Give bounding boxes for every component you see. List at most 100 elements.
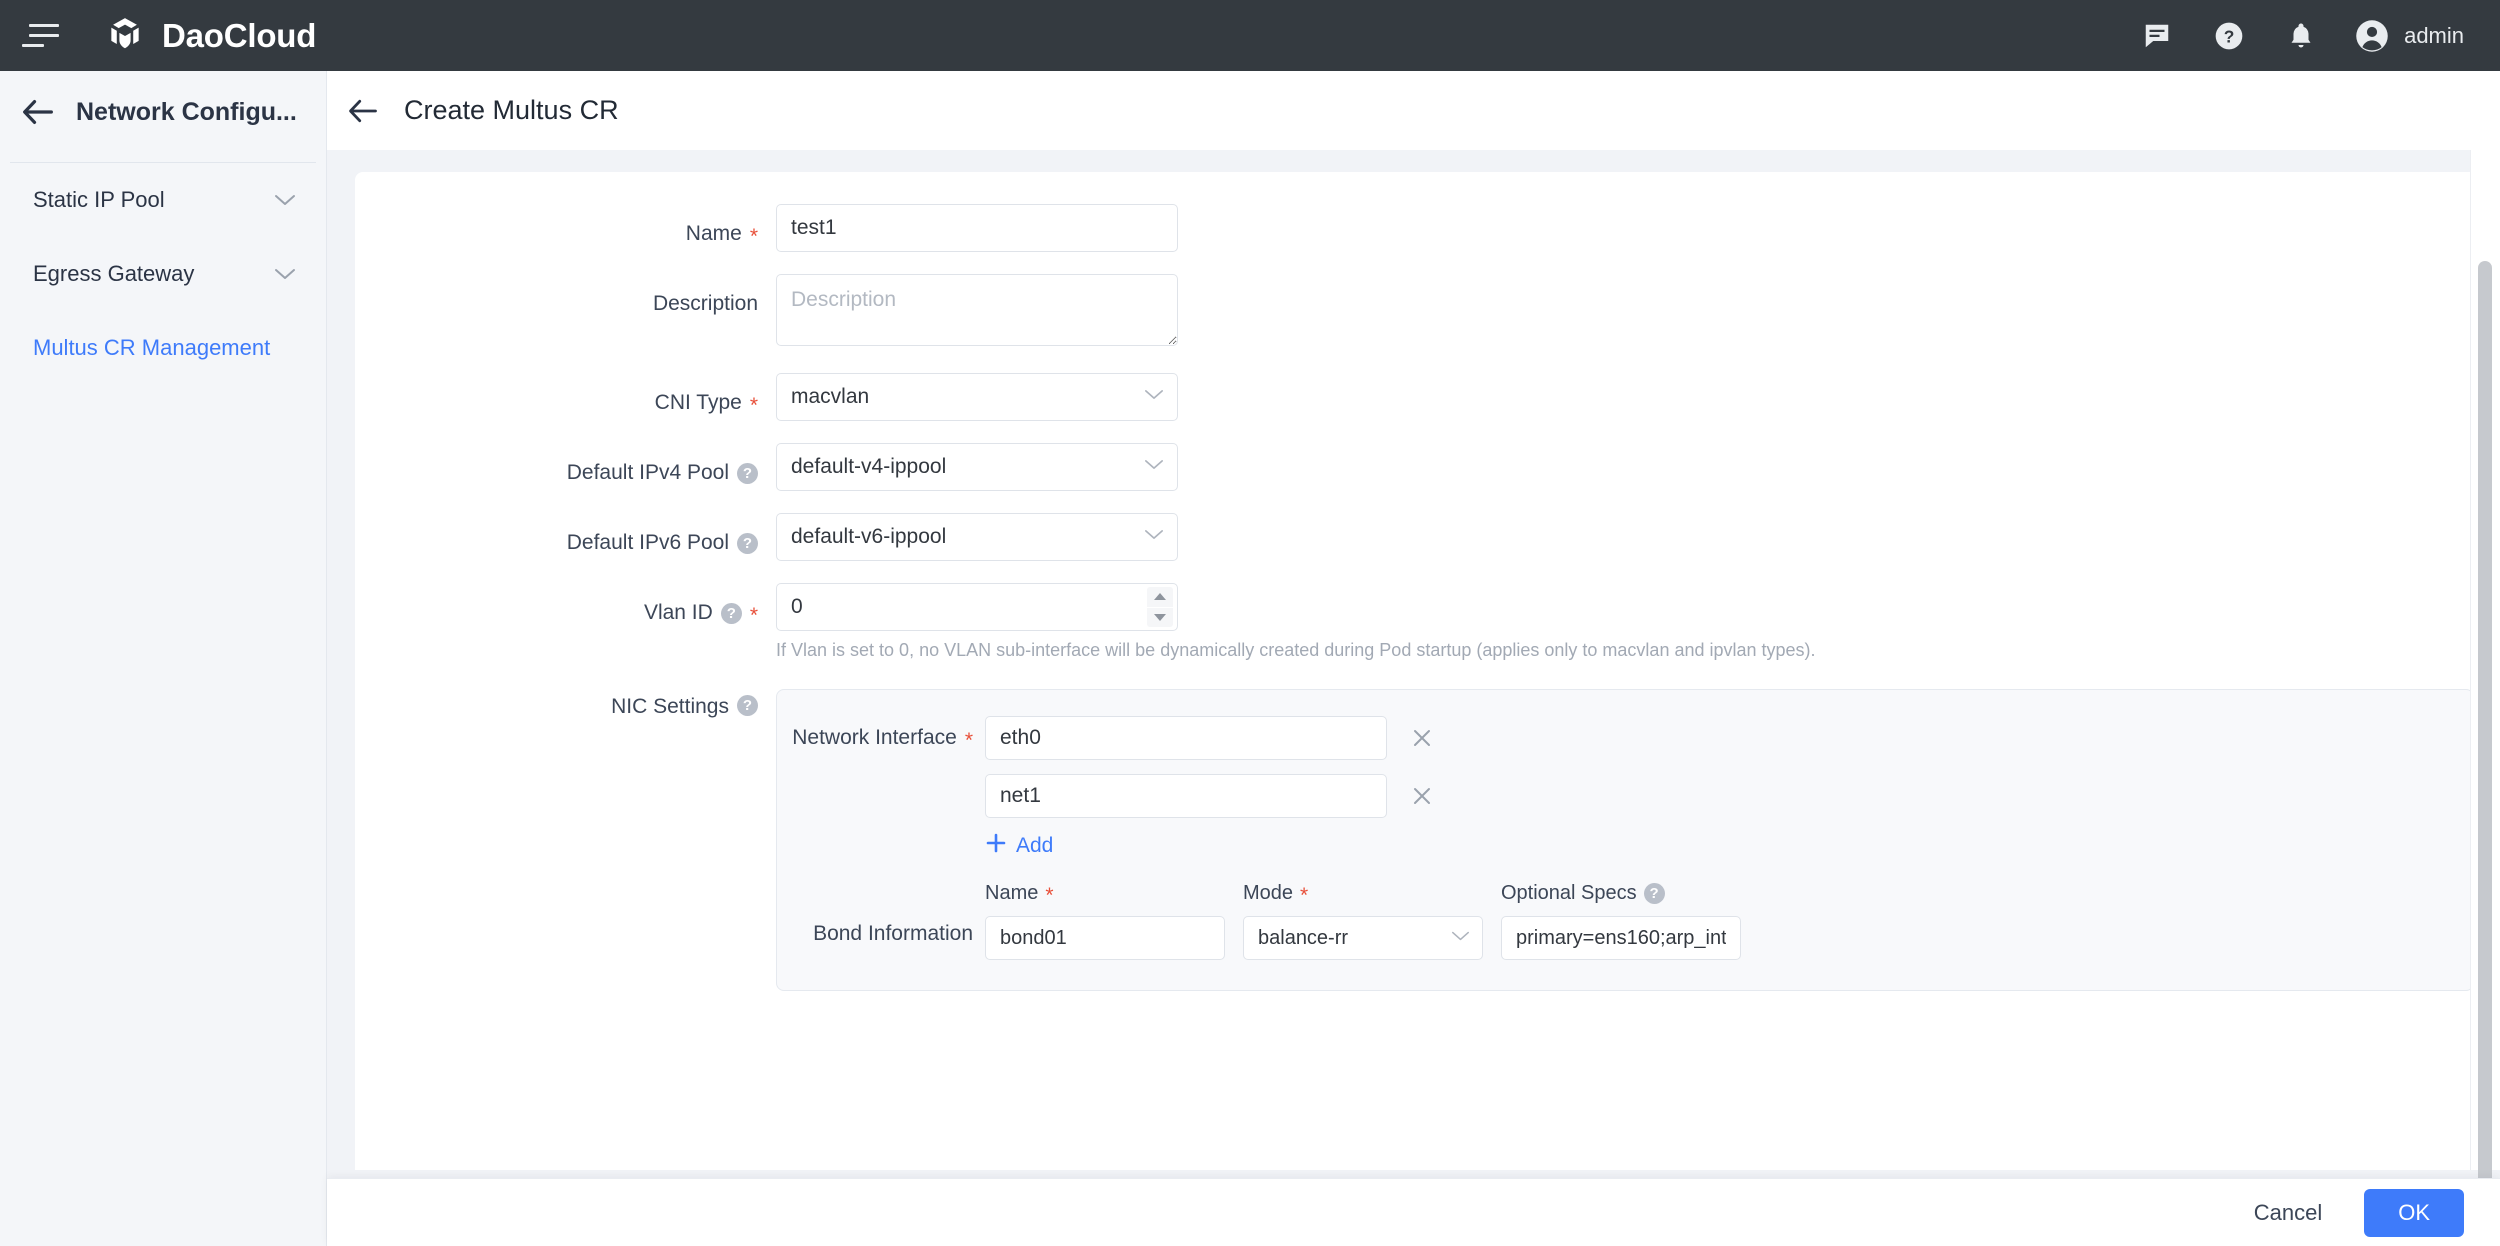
cni-type-field-wrap [776,373,1178,421]
arrow-left-icon [22,99,54,125]
bond-information-label: Bond Information [777,880,973,960]
form-row-ipv4-pool: Default IPv4 Pool ? [355,443,2485,491]
vlan-id-stepper[interactable] [1147,587,1173,627]
close-icon[interactable] [1407,781,1437,811]
sidebar-item-label: Multus CR Management [33,335,270,361]
network-interface-row-2 [777,774,2473,818]
close-icon[interactable] [1407,723,1437,753]
help-glyph: ? [2213,20,2245,52]
ipv6-pool-label: Default IPv6 Pool [567,531,729,555]
page-title: Create Multus CR [404,95,619,126]
help-icon[interactable]: ? [2210,17,2248,55]
required-marker: * [1300,885,1308,906]
avatar [2354,18,2390,54]
ipv4-pool-label-wrap: Default IPv4 Pool ? [355,443,758,491]
bond-columns: Name * Mode * [985,880,1741,960]
vlan-id-label: Vlan ID [644,601,713,625]
chevron-down-icon [274,187,296,213]
vlan-id-label-wrap: Vlan ID ? * [355,583,758,631]
scrollbar-thumb[interactable] [2478,261,2492,1221]
network-interface-row-1: Network Interface * [777,716,2473,760]
vlan-id-hint: If Vlan is set to 0, no VLAN sub-interfa… [776,640,1816,661]
network-interface-label: Network Interface [792,726,957,750]
page-header: Create Multus CR [327,71,2500,150]
nic-settings-field-wrap: Network Interface * [776,689,2474,991]
description-textarea[interactable] [776,274,1178,346]
required-marker: * [965,730,973,751]
network-interface-input-1[interactable] [985,716,1387,760]
ipv4-pool-select[interactable] [776,443,1178,491]
ipv4-pool-field-wrap [776,443,1178,491]
bond-name-input[interactable] [985,916,1225,960]
plus-icon [985,832,1007,860]
cni-type-select[interactable] [776,373,1178,421]
bond-name-header: Name [985,882,1038,905]
form-scroll-area: Name * Description [327,150,2500,1170]
network-interface-label-wrap: Network Interface * [777,726,973,750]
svg-text:?: ? [2224,26,2235,46]
vertical-scrollbar[interactable] [2478,261,2492,1221]
sidebar-back-header[interactable]: Network Configu... [0,71,326,153]
description-label-wrap: Description [355,274,758,322]
ipv6-pool-select[interactable] [776,513,1178,561]
cancel-button[interactable]: Cancel [2236,1190,2340,1236]
form-row-cni-type: CNI Type * [355,373,2485,421]
help-icon[interactable]: ? [721,603,742,624]
help-icon[interactable]: ? [737,533,758,554]
form-row-nic-settings: NIC Settings ? Network Interface * [355,689,2485,991]
name-label: Name [686,222,742,246]
chat-icon[interactable] [2138,17,2176,55]
brand-logo[interactable]: DaoCloud [104,15,316,57]
page-back-button[interactable] [348,99,378,123]
required-marker: * [750,395,758,416]
bond-mode-select[interactable] [1243,916,1483,960]
bell-glyph [2286,21,2316,51]
bell-icon[interactable] [2282,17,2320,55]
sidebar-item-static-ip-pool[interactable]: Static IP Pool [0,163,326,237]
daocloud-cube-icon [104,15,146,57]
form-card: Name * Description [355,172,2485,1170]
form-row-description: Description [355,274,2485,351]
add-network-interface-button[interactable]: Add [985,832,2473,860]
form-row-vlan-id: Vlan ID ? * [355,583,2485,661]
help-icon[interactable]: ? [1644,883,1665,904]
form-row-ipv6-pool: Default IPv6 Pool ? [355,513,2485,561]
user-menu[interactable]: admin [2354,18,2464,54]
hamburger-menu-icon[interactable] [22,14,66,58]
sidebar-item-label: Egress Gateway [33,261,194,287]
name-field-wrap [776,204,1178,252]
required-marker: * [1045,885,1053,906]
bond-column-mode: Mode * [1243,880,1483,960]
help-icon[interactable]: ? [737,463,758,484]
bond-optional-specs-input[interactable] [1501,916,1741,960]
left-sidebar: Network Configu... Static IP Pool Egress… [0,71,327,1246]
required-marker: * [750,226,758,247]
create-multus-cr-form: Name * Description [355,172,2485,991]
chevron-down-icon [274,261,296,287]
vlan-id-input[interactable] [776,583,1178,631]
network-interface-input-2[interactable] [985,774,1387,818]
top-header-bar: DaoCloud ? [0,0,2500,71]
required-marker: * [750,605,758,626]
bond-mode-header: Mode [1243,882,1293,905]
ipv4-pool-label: Default IPv4 Pool [567,461,729,485]
ok-button[interactable]: OK [2364,1189,2464,1237]
bond-column-name: Name * [985,880,1225,960]
user-name-label: admin [2404,23,2464,49]
add-label: Add [1016,834,1053,858]
name-input[interactable] [776,204,1178,252]
arrow-left-icon [348,99,378,123]
chat-glyph [2142,21,2172,51]
form-footer: Cancel OK [327,1178,2500,1246]
help-icon[interactable]: ? [737,695,758,716]
top-header-actions: ? admin [2138,17,2464,55]
nic-settings-panel: Network Interface * [776,689,2474,991]
main-content-area: Create Multus CR Name * Descri [327,71,2500,1246]
sidebar-item-egress-gateway[interactable]: Egress Gateway [0,237,326,311]
stepper-up-icon[interactable] [1147,587,1173,608]
description-field-wrap [776,274,1178,351]
bond-information-block: Bond Information Name * [777,880,2473,960]
stepper-down-icon[interactable] [1147,608,1173,628]
sidebar-item-label: Static IP Pool [33,187,165,213]
sidebar-item-multus-cr-management[interactable]: Multus CR Management [0,311,326,385]
